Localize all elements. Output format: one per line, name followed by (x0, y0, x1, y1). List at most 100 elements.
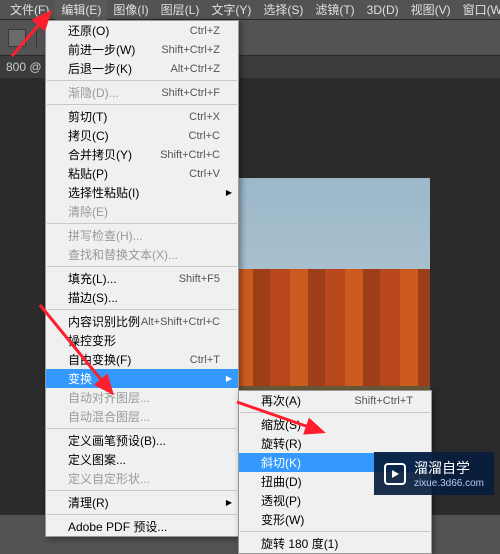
edit-menu-item-shortcut: Ctrl+Z (190, 25, 220, 37)
edit-menu-item[interactable]: 内容识别比例Alt+Shift+Ctrl+C (46, 312, 238, 331)
edit-menu-item-label: Adobe PDF 预设... (68, 518, 167, 535)
transform-submenu-item[interactable]: 旋转(R) (239, 434, 431, 453)
edit-menu-item: 定义自定形状... (46, 469, 238, 488)
edit-menu-item[interactable]: 操控变形 (46, 331, 238, 350)
edit-menu-item[interactable]: 剪切(T) Ctrl+X (46, 107, 238, 126)
edit-menu-separator (47, 104, 237, 105)
edit-menu-item: 清除(E) (46, 202, 238, 221)
edit-menu-item-label: 合并拷贝(Y) (68, 146, 132, 163)
menu-layer[interactable]: 图层(L) (155, 0, 206, 20)
edit-menu-item-label: 内容识别比例 (68, 313, 140, 330)
edit-menu-item-label: 渐隐(D)... (68, 84, 119, 101)
edit-menu-item-label: 填充(L)... (68, 270, 117, 287)
edit-menu-item-label: 拼写检查(H)... (68, 227, 143, 244)
edit-menu-item-label: 清理(R) (68, 494, 109, 511)
edit-menu-item: 自动对齐图层... (46, 388, 238, 407)
edit-menu-item-shortcut: Ctrl+C (189, 130, 220, 142)
play-icon (384, 463, 406, 485)
transform-submenu-item-shortcut: Shift+Ctrl+T (354, 395, 413, 407)
transform-submenu-item[interactable]: 旋转 180 度(1) (239, 534, 431, 553)
edit-menu-item-shortcut: Shift+Ctrl+C (160, 149, 220, 161)
edit-menu-separator (47, 309, 237, 310)
menu-image[interactable]: 图像(I) (107, 0, 154, 20)
edit-menu-item-label: 定义自定形状... (68, 470, 150, 487)
menu-select[interactable]: 选择(S) (257, 0, 309, 20)
edit-menu-item-label: 前进一步(W) (68, 41, 135, 58)
edit-menu-separator (47, 428, 237, 429)
edit-menu-item-shortcut: Ctrl+T (190, 354, 220, 366)
edit-menu-separator (47, 490, 237, 491)
transform-submenu-item-label: 变形(W) (261, 511, 304, 528)
menu-filter[interactable]: 滤镜(T) (309, 0, 360, 20)
edit-menu-item-label: 自动混合图层... (68, 408, 150, 425)
edit-menu-item[interactable]: 定义图案... (46, 450, 238, 469)
edit-menu-item[interactable]: 填充(L)... Shift+F5 (46, 269, 238, 288)
edit-menu-item-label: 自由变换(F) (68, 351, 131, 368)
menu-view[interactable]: 视图(V) (405, 0, 457, 20)
edit-menu-item[interactable]: 粘贴(P) Ctrl+V (46, 164, 238, 183)
transform-submenu-separator (240, 412, 430, 413)
edit-menu-item[interactable]: 清理(R) (46, 493, 238, 512)
edit-menu-item-label: 还原(O) (68, 22, 109, 39)
edit-menu-item-shortcut: Ctrl+V (189, 168, 220, 180)
edit-menu-item[interactable]: 还原(O) Ctrl+Z (46, 21, 238, 40)
menu-window[interactable]: 窗口(W) (457, 0, 500, 20)
edit-menu-item[interactable]: 选择性粘贴(I) (46, 183, 238, 202)
edit-menu-item-shortcut: Alt+Ctrl+Z (170, 63, 220, 75)
transform-submenu-item[interactable]: 缩放(S) (239, 415, 431, 434)
edit-menu-item-shortcut: Alt+Shift+Ctrl+C (141, 316, 220, 328)
edit-menu-item[interactable]: Adobe PDF 预设... (46, 517, 238, 536)
edit-menu-separator (47, 223, 237, 224)
edit-menu-item-label: 选择性粘贴(I) (68, 184, 139, 201)
transform-submenu-item-label: 扭曲(D) (261, 473, 302, 490)
edit-menu-item[interactable]: 后退一步(K) Alt+Ctrl+Z (46, 59, 238, 78)
edit-menu-item-label: 粘贴(P) (68, 165, 108, 182)
edit-menu-item: 拼写检查(H)... (46, 226, 238, 245)
edit-menu-item-shortcut: Shift+F5 (179, 273, 220, 285)
watermark: 溜溜自学 zixue.3d66.com (374, 452, 494, 495)
transform-submenu-item-label: 斜切(K) (261, 454, 301, 471)
edit-menu-item-label: 查找和替换文本(X)... (68, 246, 178, 263)
transform-submenu-item-label: 再次(A) (261, 392, 301, 409)
watermark-sub: zixue.3d66.com (414, 478, 484, 489)
menu-type[interactable]: 文字(Y) (205, 0, 257, 20)
transform-submenu-item-label: 旋转(R) (261, 435, 302, 452)
edit-menu-item[interactable]: 自由变换(F) Ctrl+T (46, 350, 238, 369)
menu-file[interactable]: 文件(F) (4, 0, 55, 20)
edit-menu-item-label: 拷贝(C) (68, 127, 109, 144)
edit-menu-item-shortcut: Shift+Ctrl+Z (161, 44, 220, 56)
transform-submenu-item-label: 缩放(S) (261, 416, 301, 433)
edit-menu-item-label: 剪切(T) (68, 108, 107, 125)
edit-menu-item-label: 后退一步(K) (68, 60, 132, 77)
tool-preset-icon[interactable] (8, 29, 26, 47)
edit-menu-item: 渐隐(D)... Shift+Ctrl+F (46, 83, 238, 102)
edit-menu-item-label: 定义图案... (68, 451, 126, 468)
transform-submenu-item-label: 旋转 180 度(1) (261, 535, 338, 552)
edit-menu-item: 查找和替换文本(X)... (46, 245, 238, 264)
edit-menu-item[interactable]: 合并拷贝(Y) Shift+Ctrl+C (46, 145, 238, 164)
edit-menu-item-label: 描边(S)... (68, 289, 118, 306)
edit-menu-item[interactable]: 拷贝(C) Ctrl+C (46, 126, 238, 145)
edit-menu-item-label: 变换 (68, 370, 92, 387)
edit-menu-item[interactable]: 描边(S)... (46, 288, 238, 307)
menu-edit[interactable]: 编辑(E) (55, 0, 107, 20)
edit-menu-item-shortcut: Shift+Ctrl+F (161, 87, 220, 99)
edit-menu-item-label: 操控变形 (68, 332, 116, 349)
transform-submenu-item[interactable]: 变形(W) (239, 510, 431, 529)
separator (36, 28, 37, 48)
menu-3d[interactable]: 3D(D) (361, 1, 405, 19)
menubar: 文件(F) 编辑(E) 图像(I) 图层(L) 文字(Y) 选择(S) 滤镜(T… (0, 0, 500, 20)
edit-menu-item-shortcut: Ctrl+X (189, 111, 220, 123)
edit-menu-item-label: 清除(E) (68, 203, 108, 220)
edit-menu-item[interactable]: 变换 (46, 369, 238, 388)
edit-menu-separator (47, 80, 237, 81)
edit-menu-item[interactable]: 定义画笔预设(B)... (46, 431, 238, 450)
edit-menu-item: 自动混合图层... (46, 407, 238, 426)
edit-menu-separator (47, 266, 237, 267)
transform-submenu-item[interactable]: 再次(A) Shift+Ctrl+T (239, 391, 431, 410)
edit-menu-dropdown: 还原(O) Ctrl+Z 前进一步(W) Shift+Ctrl+Z 后退一步(K) Alt… (45, 20, 239, 537)
edit-menu-item-label: 自动对齐图层... (68, 389, 150, 406)
transform-submenu-item-label: 透视(P) (261, 492, 301, 509)
watermark-title: 溜溜自学 (414, 460, 470, 476)
edit-menu-item[interactable]: 前进一步(W) Shift+Ctrl+Z (46, 40, 238, 59)
